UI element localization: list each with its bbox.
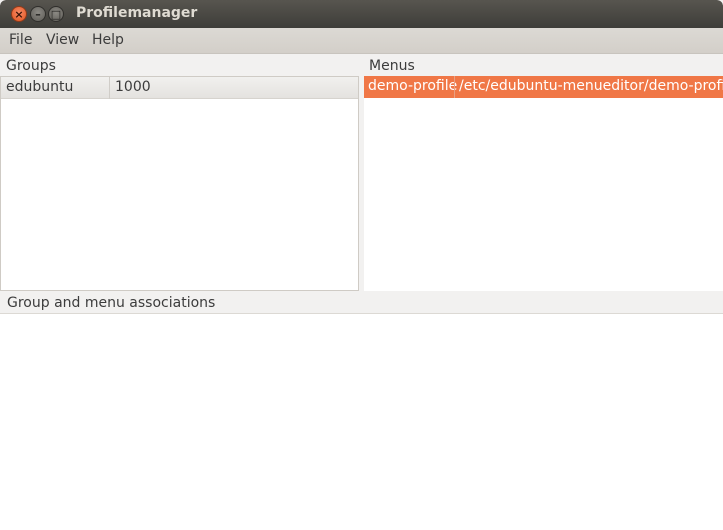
close-window-button[interactable]: × — [11, 6, 27, 22]
menu-name-cell: demo-profile — [368, 78, 458, 94]
menu-help[interactable]: Help — [92, 32, 124, 48]
groups-label: Groups — [6, 58, 56, 74]
menu-bar: File View Help — [0, 28, 723, 54]
column-divider — [454, 76, 455, 98]
title-bar[interactable]: × – □ Profilemanager — [0, 0, 723, 28]
maximize-window-button[interactable]: □ — [48, 6, 64, 22]
menu-file[interactable]: File — [9, 32, 32, 48]
group-id-cell: 1000 — [115, 79, 151, 95]
groups-list[interactable]: edubuntu 1000 — [0, 76, 359, 291]
menus-label: Menus — [369, 58, 415, 74]
app-window: × – □ Profilemanager File View Help Grou… — [0, 0, 723, 530]
table-row[interactable]: demo-profile /etc/edubuntu-menueditor/de… — [364, 76, 723, 98]
menu-path-cell: /etc/edubuntu-menueditor/demo-profile — [459, 78, 723, 94]
group-name-cell: edubuntu — [6, 79, 74, 95]
menus-list[interactable]: demo-profile /etc/edubuntu-menueditor/de… — [364, 76, 723, 291]
menu-view[interactable]: View — [46, 32, 79, 48]
minimize-window-button[interactable]: – — [30, 6, 46, 22]
column-divider — [109, 77, 110, 99]
table-row[interactable]: edubuntu 1000 — [1, 77, 358, 99]
window-title: Profilemanager — [76, 5, 198, 21]
associations-label: Group and menu associations — [7, 295, 216, 311]
associations-list[interactable] — [0, 313, 723, 530]
